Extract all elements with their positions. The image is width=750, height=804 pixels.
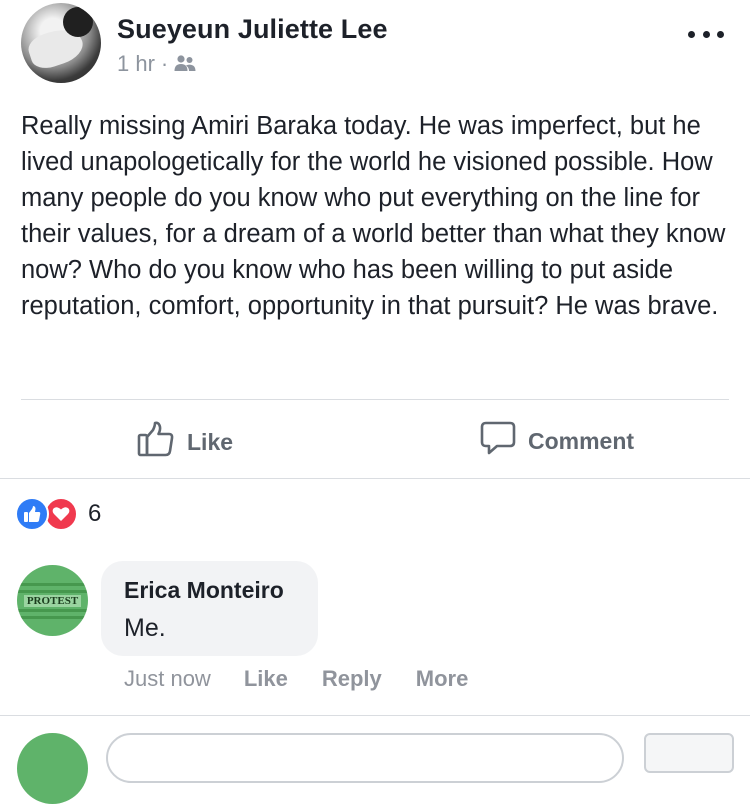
thumbs-up-icon xyxy=(137,420,175,464)
comment-bubble-icon xyxy=(480,420,516,462)
avatar-protest-text: PROTEST xyxy=(23,594,82,607)
meta-separator: · xyxy=(160,51,169,76)
current-user-avatar xyxy=(17,733,88,804)
post-text: Really missing Amiri Baraka today. He wa… xyxy=(21,112,726,320)
post-meta: 1 hr · xyxy=(117,51,196,77)
comment-text: Me. xyxy=(124,614,166,642)
reaction-count: 6 xyxy=(88,500,102,527)
like-button[interactable]: Like xyxy=(137,420,233,464)
comment-author[interactable]: Erica Monteiro xyxy=(124,577,284,604)
comment-time: Just now xyxy=(124,666,211,691)
love-reaction-icon xyxy=(44,497,78,531)
commenter-avatar[interactable]: PROTEST xyxy=(17,565,88,636)
divider xyxy=(21,399,729,400)
divider xyxy=(0,478,750,479)
post-comment-button[interactable] xyxy=(644,733,734,773)
comment-like-link[interactable]: Like xyxy=(244,666,288,692)
comment-input[interactable] xyxy=(106,733,624,783)
comment-label: Comment xyxy=(528,427,635,454)
comment-actions: Just now Like Reply More xyxy=(124,666,502,692)
like-reaction-icon xyxy=(15,497,49,531)
comment-button[interactable]: Comment xyxy=(480,420,634,462)
comment-reply-link[interactable]: Reply xyxy=(322,666,382,692)
post-time[interactable]: 1 hr xyxy=(117,51,155,77)
comment-more-link[interactable]: More xyxy=(416,666,469,692)
reactions-summary[interactable]: 6 xyxy=(15,497,101,531)
more-options-icon[interactable] xyxy=(688,24,724,44)
like-label: Like xyxy=(187,428,234,455)
friends-icon xyxy=(174,54,196,74)
author-avatar[interactable] xyxy=(21,3,101,83)
post-author-name[interactable]: Sueyeun Juliette Lee xyxy=(117,14,388,45)
divider xyxy=(0,715,750,716)
